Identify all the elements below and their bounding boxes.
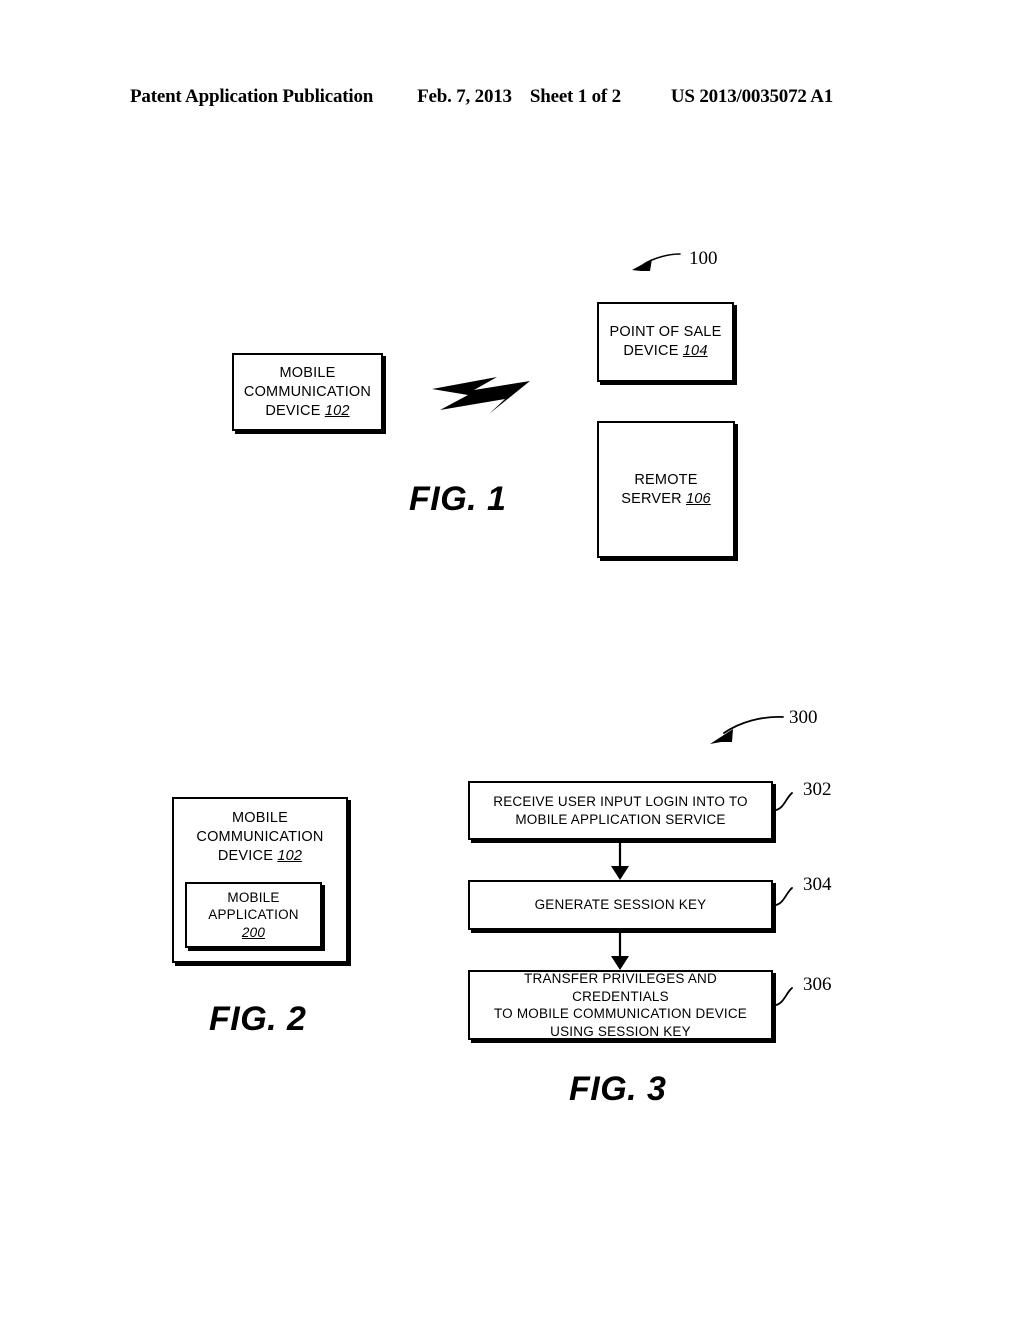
fig2-mobile-application-box: MOBILE APPLICATION 200 bbox=[185, 882, 322, 948]
fig1-system-reference-label: 100 bbox=[689, 248, 718, 269]
reference-numeral: 102 bbox=[324, 402, 350, 419]
box-line-2: APPLICATION bbox=[208, 907, 299, 923]
box-line-1: POINT OF SALE bbox=[609, 324, 722, 340]
fig3-connector-302-304-arrowhead bbox=[611, 866, 629, 880]
fig1-point-of-sale-device-box: POINT OF SALE DEVICE 104 bbox=[597, 302, 734, 382]
page-header: Patent Application Publication Feb. 7, 2… bbox=[130, 86, 890, 112]
box-line-2: COMMUNICATION bbox=[243, 383, 372, 400]
step-line-2: MOBILE APPLICATION SERVICE bbox=[515, 811, 726, 827]
fig3-step-transfer-privileges-box: TRANSFER PRIVILEGES AND CREDENTIALS TO M… bbox=[468, 970, 773, 1040]
fig3-system-reference-label: 300 bbox=[789, 707, 818, 728]
fig1-mobile-communication-device-box: MOBILE COMMUNICATION DEVICE 102 bbox=[232, 353, 383, 431]
step-line-1: TRANSFER PRIVILEGES AND CREDENTIALS bbox=[524, 971, 717, 1004]
box-line-1: MOBILE bbox=[227, 889, 280, 905]
step-line-1: GENERATE SESSION KEY bbox=[534, 897, 707, 913]
figure-vector-overlay bbox=[432, 253, 793, 1006]
reference-numeral: 200 bbox=[241, 924, 266, 940]
box-line-2: DEVICE bbox=[623, 343, 683, 359]
fig3-connector-304-306-arrowhead bbox=[611, 956, 629, 970]
fig1-remote-server-box: REMOTE SERVER 106 bbox=[597, 421, 735, 558]
box-line-3: DEVICE bbox=[217, 848, 278, 864]
box-line-3: DEVICE bbox=[265, 402, 325, 419]
fig3-system-leader-line bbox=[723, 716, 784, 734]
fig1-point-of-sale-device-label: POINT OF SALE DEVICE 104 bbox=[604, 323, 728, 361]
header-document-number: US 2013/0035072 A1 bbox=[670, 86, 834, 107]
header-publication-text: Patent Application Publication bbox=[130, 86, 374, 107]
fig3-step-306-leader-line bbox=[775, 987, 793, 1006]
fig2-mobile-application-label: MOBILE APPLICATION 200 bbox=[202, 889, 304, 942]
fig3-step-306-reference-label: 306 bbox=[803, 974, 832, 995]
fig3-system-leader-arrowhead bbox=[710, 729, 733, 744]
reference-numeral: 102 bbox=[277, 848, 303, 864]
fig3-step-302-leader-line bbox=[775, 792, 793, 811]
reference-numeral: 104 bbox=[682, 343, 708, 359]
fig1-system-leader-line bbox=[643, 253, 681, 265]
fig3-step-generate-session-key-box: GENERATE SESSION KEY bbox=[468, 880, 773, 930]
fig1-caption: FIG. 1 bbox=[409, 480, 507, 518]
fig1-mobile-communication-device-label: MOBILE COMMUNICATION DEVICE 102 bbox=[238, 364, 377, 421]
fig3-step-receive-user-input-login-box: RECEIVE USER INPUT LOGIN INTO TO MOBILE … bbox=[468, 781, 773, 840]
step-line-3: USING SESSION KEY bbox=[550, 1023, 691, 1039]
fig3-caption: FIG. 3 bbox=[569, 1070, 667, 1108]
header-sheet-text: Sheet 1 of 2 bbox=[529, 86, 621, 107]
fig2-caption: FIG. 2 bbox=[209, 1000, 307, 1038]
fig1-remote-server-label: REMOTE SERVER 106 bbox=[615, 471, 717, 509]
step-line-2: TO MOBILE COMMUNICATION DEVICE bbox=[493, 1006, 748, 1021]
reference-numeral: 106 bbox=[686, 490, 711, 507]
box-line-1: MOBILE bbox=[232, 810, 288, 826]
box-line-1: REMOTE bbox=[634, 471, 698, 488]
fig3-step-302-label: RECEIVE USER INPUT LOGIN INTO TO MOBILE … bbox=[487, 793, 753, 828]
fig2-mobile-communication-device-label: MOBILE COMMUNICATION DEVICE 102 bbox=[190, 809, 329, 866]
header-date-text: Feb. 7, 2013 bbox=[417, 86, 512, 107]
fig3-step-302-reference-label: 302 bbox=[803, 779, 832, 800]
box-line-1: MOBILE bbox=[279, 364, 336, 381]
box-line-2: COMMUNICATION bbox=[196, 829, 324, 845]
fig1-system-leader-arrowhead bbox=[632, 259, 652, 271]
patent-drawing-sheet: Patent Application Publication Feb. 7, 2… bbox=[0, 0, 1024, 1320]
box-line-2: SERVER bbox=[621, 490, 686, 507]
wireless-lightning-bolt-icon bbox=[432, 377, 530, 414]
fig3-step-304-leader-line bbox=[775, 887, 793, 906]
fig3-step-306-label: TRANSFER PRIVILEGES AND CREDENTIALS TO M… bbox=[470, 970, 771, 1040]
fig3-step-304-label: GENERATE SESSION KEY bbox=[529, 896, 713, 914]
step-line-1: RECEIVE USER INPUT LOGIN INTO TO bbox=[493, 794, 748, 809]
fig3-step-304-reference-label: 304 bbox=[803, 874, 832, 895]
